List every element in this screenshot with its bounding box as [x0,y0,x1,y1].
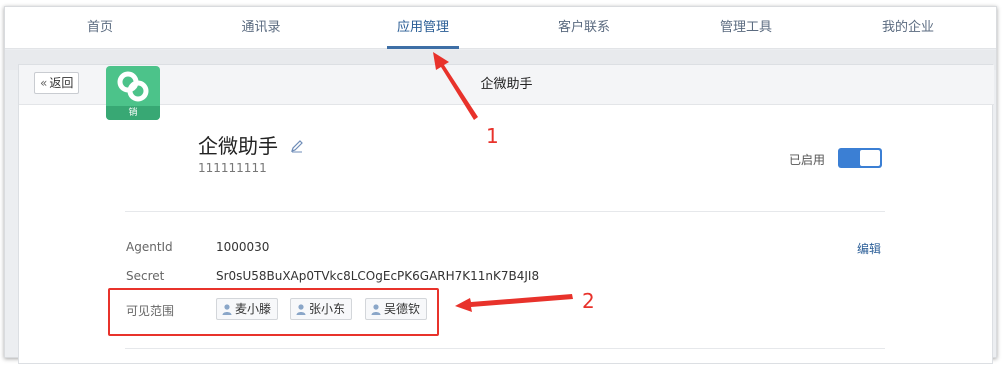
nav-customer-contact[interactable]: 客户联系 [534,7,634,49]
secret-label: Secret [126,269,165,283]
agentid-value: 1000030 [216,240,270,254]
agentid-label: AgentId [126,240,173,254]
annotation-marker-2: 2 [582,289,595,313]
section-divider [125,211,885,212]
edit-link[interactable]: 编辑 [857,240,881,257]
page-title: 企微助手 [480,77,533,92]
pencil-icon[interactable] [290,139,304,153]
nav-my-enterprise[interactable]: 我的企业 [858,7,958,49]
visible-user-name: 张小东 [309,302,346,316]
visible-user-chip[interactable]: 麦小滕 [216,298,279,320]
annotation-marker-1: 1 [486,124,499,148]
nav-management-tools[interactable]: 管理工具 [696,7,796,49]
link-logo-icon [117,71,149,102]
app-logo-tag: 销 [106,106,160,120]
person-icon [371,304,381,315]
top-navigation: 首页 通讯录 应用管理 客户联系 管理工具 我的企业 [5,7,996,49]
visibility-label: 可见范围 [126,304,175,318]
toggle-knob [860,150,880,166]
status-label: 已启用 [789,153,826,167]
nav-home[interactable]: 首页 [50,7,150,49]
visible-user-chip[interactable]: 张小东 [290,298,353,320]
visible-user-name: 麦小滕 [235,302,272,316]
secret-value: Sr0sU58BuXAp0TVkc8LCOgEcPK6GARH7K11nK7B4… [216,269,540,283]
person-icon [296,304,306,315]
app-logo: 销 [106,66,160,120]
nav-app-management[interactable]: 应用管理 [373,7,473,49]
person-icon [222,304,232,315]
card-header: «返回 企微助手 [19,65,994,105]
visible-user-name: 吴德钦 [384,302,421,316]
nav-contacts[interactable]: 通讯录 [211,7,311,49]
visible-user-chip[interactable]: 吴德钦 [365,298,428,320]
enable-toggle[interactable] [838,148,882,168]
app-detail-card: «返回 企微助手 [18,64,994,364]
app-id-text: 111111111 [198,161,267,175]
section-divider-bottom [125,348,885,349]
app-name: 企微助手 [198,134,278,158]
